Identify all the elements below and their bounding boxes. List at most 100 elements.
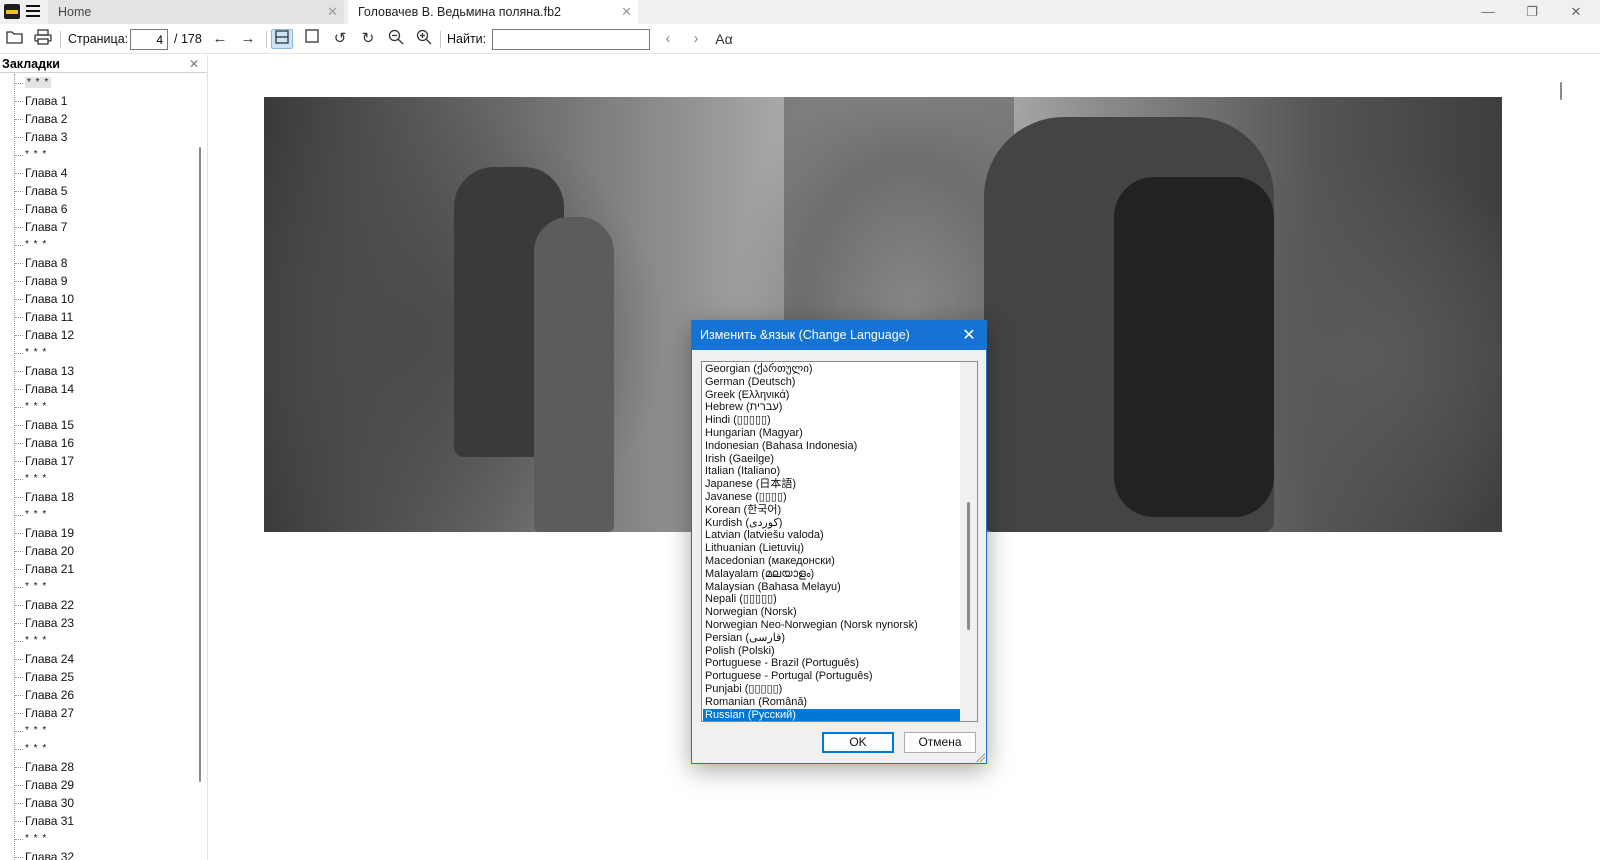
language-option[interactable]: Portuguese - Portugal (Português) xyxy=(703,670,960,683)
bookmark-item[interactable]: * * * xyxy=(0,236,196,254)
bookmark-item[interactable]: * * * xyxy=(0,632,196,650)
bookmark-item[interactable]: Глава 25 xyxy=(0,668,196,686)
language-option[interactable]: Greek (Ελληνικά) xyxy=(703,389,960,402)
language-option[interactable]: Indonesian (Bahasa Indonesia) xyxy=(703,440,960,453)
cancel-button[interactable]: Отмена xyxy=(904,732,976,753)
bookmark-item[interactable]: * * * xyxy=(0,830,196,848)
window-close-icon[interactable]: ✕ xyxy=(1554,0,1598,24)
zoom-out-icon[interactable] xyxy=(386,29,406,49)
language-option[interactable]: Macedonian (македонски) xyxy=(703,555,960,568)
bookmark-item[interactable]: * * * xyxy=(0,146,196,164)
language-option[interactable]: Lithuanian (Lietuvių) xyxy=(703,542,960,555)
language-option[interactable]: Javanese (▯▯▯▯) xyxy=(703,491,960,504)
tab-home[interactable]: Home ✕ xyxy=(48,0,344,24)
tab-document[interactable]: Головачев В. Ведьмина поляна.fb2 ✕ xyxy=(348,0,638,24)
bookmark-item[interactable]: Глава 11 xyxy=(0,308,196,326)
bookmark-item[interactable]: Глава 30 xyxy=(0,794,196,812)
fit-page-icon[interactable] xyxy=(302,29,322,49)
bookmark-item[interactable]: Глава 15 xyxy=(0,416,196,434)
bookmark-item[interactable]: Глава 8 xyxy=(0,254,196,272)
language-option[interactable]: Georgian (ქართული) xyxy=(703,363,960,376)
bookmark-item[interactable]: Глава 26 xyxy=(0,686,196,704)
bookmark-item[interactable]: Глава 9 xyxy=(0,272,196,290)
bookmark-item[interactable]: Глава 24 xyxy=(0,650,196,668)
bookmark-item[interactable]: Глава 32 xyxy=(0,848,196,860)
language-option[interactable]: Portuguese - Brazil (Português) xyxy=(703,657,960,670)
zoom-in-icon[interactable] xyxy=(414,29,434,49)
bookmark-item[interactable]: Глава 23 xyxy=(0,614,196,632)
bookmarks-scrollbar[interactable] xyxy=(199,147,201,782)
bookmark-item[interactable]: * * * xyxy=(0,578,196,596)
match-case-icon[interactable]: Aα xyxy=(714,29,734,49)
language-option[interactable]: Hebrew (עברית) xyxy=(703,401,960,414)
bookmark-item[interactable]: Глава 16 xyxy=(0,434,196,452)
language-option[interactable]: Kurdish (کوردی) xyxy=(703,517,960,530)
minimize-icon[interactable]: — xyxy=(1466,0,1510,24)
rotate-right-icon[interactable]: ↻ xyxy=(358,29,378,49)
language-option[interactable]: Hungarian (Magyar) xyxy=(703,427,960,440)
language-option[interactable]: Italian (Italiano) xyxy=(703,465,960,478)
language-option[interactable]: Romanian (Română) xyxy=(703,696,960,709)
bookmark-item[interactable]: Глава 31 xyxy=(0,812,196,830)
bookmark-item[interactable]: Глава 19 xyxy=(0,524,196,542)
bookmark-item[interactable]: Глава 13 xyxy=(0,362,196,380)
language-option[interactable]: Korean (한국어) xyxy=(703,504,960,517)
language-option[interactable]: Malayalam (മലയാളം) xyxy=(703,568,960,581)
menu-hamburger-icon[interactable] xyxy=(26,5,40,18)
bookmark-item[interactable]: Глава 2 xyxy=(0,110,196,128)
document-scrollbar[interactable] xyxy=(1560,82,1562,100)
bookmark-item[interactable]: Глава 22 xyxy=(0,596,196,614)
bookmark-item[interactable]: Глава 27 xyxy=(0,704,196,722)
open-folder-icon[interactable] xyxy=(5,29,25,49)
bookmark-item[interactable]: Глава 10 xyxy=(0,290,196,308)
language-option[interactable]: Japanese (日本語) xyxy=(703,478,960,491)
find-previous-icon[interactable]: ‹ xyxy=(658,29,678,49)
rotate-left-icon[interactable]: ↺ xyxy=(330,29,350,49)
bookmark-item[interactable]: Глава 12 xyxy=(0,326,196,344)
bookmark-item[interactable]: * * * xyxy=(0,344,196,362)
page-number-input[interactable] xyxy=(130,29,168,50)
back-arrow-icon[interactable]: ← xyxy=(210,29,230,49)
bookmark-item[interactable]: Глава 3 xyxy=(0,128,196,146)
print-icon[interactable] xyxy=(33,29,53,49)
maximize-icon[interactable]: ❐ xyxy=(1510,0,1554,24)
search-input[interactable] xyxy=(492,29,650,50)
bookmark-item[interactable]: * * * xyxy=(0,398,196,416)
language-option[interactable]: Latvian (latviešu valoda) xyxy=(703,529,960,542)
language-option[interactable]: Persian (فارسی) xyxy=(703,632,960,645)
bookmark-item[interactable]: Глава 28 xyxy=(0,758,196,776)
language-option[interactable]: Norwegian (Norsk) xyxy=(703,606,960,619)
bookmarks-tree[interactable]: * * * Глава 1 Глава 2 Глава 3 * * * Глава 4 Гл… xyxy=(0,74,196,860)
language-option[interactable]: Punjabi (▯▯▯▯▯) xyxy=(703,683,960,696)
language-option[interactable]: German (Deutsch) xyxy=(703,376,960,389)
bookmark-item[interactable]: Глава 20 xyxy=(0,542,196,560)
bookmark-item[interactable]: Глава 1 xyxy=(0,92,196,110)
fit-width-icon[interactable] xyxy=(271,29,293,49)
tab-home-close-icon[interactable]: ✕ xyxy=(327,0,338,24)
bookmark-item[interactable]: Глава 17 xyxy=(0,452,196,470)
bookmark-item[interactable]: Глава 4 xyxy=(0,164,196,182)
bookmark-item[interactable]: Глава 7 xyxy=(0,218,196,236)
language-option[interactable]: Nepali (▯▯▯▯▯) xyxy=(703,593,960,606)
bookmark-item[interactable]: * * * xyxy=(0,722,196,740)
language-option[interactable]: Russian (Русский) xyxy=(703,708,960,721)
language-option[interactable]: Irish (Gaeilge) xyxy=(703,453,960,466)
bookmarks-close-icon[interactable]: ✕ xyxy=(189,55,199,73)
dialog-close-icon[interactable]: ✕ xyxy=(956,321,982,350)
bookmark-item[interactable]: * * * xyxy=(0,470,196,488)
bookmark-item[interactable]: * * * xyxy=(0,74,196,92)
bookmark-item[interactable]: * * * xyxy=(0,740,196,758)
language-option[interactable]: Norwegian Neo-Norwegian (Norsk nynorsk) xyxy=(703,619,960,632)
ok-button[interactable]: OK xyxy=(822,732,894,753)
language-option[interactable]: Malaysian (Bahasa Melayu) xyxy=(703,581,960,594)
forward-arrow-icon[interactable]: → xyxy=(238,29,258,49)
bookmark-item[interactable]: Глава 18 xyxy=(0,488,196,506)
bookmark-item[interactable]: * * * xyxy=(0,506,196,524)
language-listbox[interactable]: Georgian (ქართული) German (Deutsch) Greek … xyxy=(701,361,978,722)
bookmark-item[interactable]: Глава 6 xyxy=(0,200,196,218)
language-scrollbar[interactable] xyxy=(960,362,977,721)
bookmark-item[interactable]: Глава 29 xyxy=(0,776,196,794)
bookmark-item[interactable]: Глава 5 xyxy=(0,182,196,200)
resize-grip-icon[interactable] xyxy=(975,752,985,762)
bookmark-item[interactable]: Глава 14 xyxy=(0,380,196,398)
